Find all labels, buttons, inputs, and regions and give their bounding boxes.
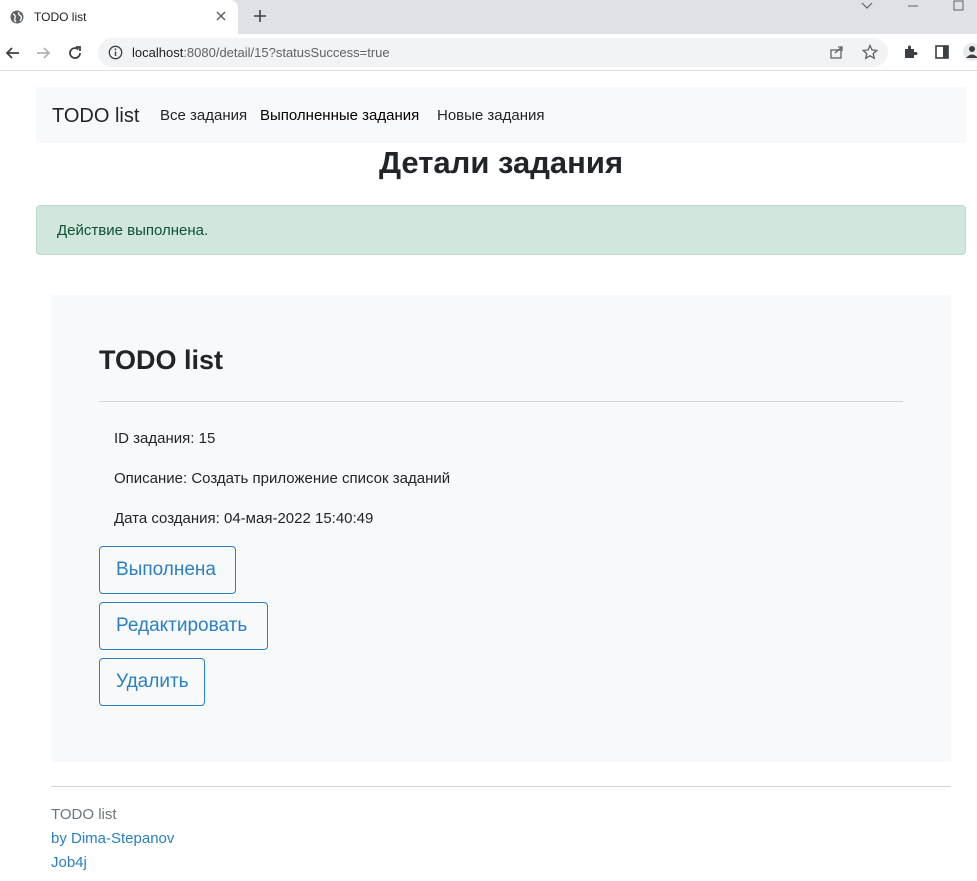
share-icon[interactable] — [829, 44, 845, 60]
browser-address-bar: localhost:8080/detail/15?statusSuccess=t… — [0, 34, 977, 71]
footer-divider — [51, 786, 951, 787]
top-navbar: TODO list Все задания Выполненные задани… — [36, 87, 966, 143]
side-panel-icon[interactable] — [934, 44, 950, 60]
task-details-card: TODO list ID задания: 15 Описание: Созда… — [51, 295, 951, 762]
delete-button[interactable]: Удалить — [99, 658, 205, 706]
footer-link-author[interactable]: by Dima-Stepanov — [51, 830, 174, 847]
minimize-icon[interactable] — [906, 0, 920, 14]
task-id-field: ID задания: 15 — [114, 430, 216, 447]
profile-avatar-icon[interactable] — [962, 42, 977, 62]
new-tab-icon[interactable] — [252, 8, 268, 24]
nav-link-all-tasks[interactable]: Все задания — [160, 107, 247, 124]
close-icon[interactable] — [214, 9, 228, 23]
url-path: :8080/detail/15?statusSuccess=true — [183, 45, 390, 60]
url-bar[interactable]: localhost:8080/detail/15?statusSuccess=t… — [98, 38, 888, 67]
nav-link-done-tasks[interactable]: Выполненные задания — [260, 107, 419, 124]
forward-arrow-icon[interactable] — [34, 44, 52, 62]
browser-tab[interactable]: TODO list — [0, 0, 238, 34]
edit-button[interactable]: Редактировать — [99, 602, 268, 650]
footer-link-job4j[interactable]: Job4j — [51, 854, 87, 871]
url-host: localhost — [132, 45, 184, 60]
tab-title: TODO list — [34, 10, 87, 24]
star-icon[interactable] — [862, 44, 878, 60]
extensions-puzzle-icon[interactable] — [902, 44, 918, 60]
globe-icon — [10, 10, 24, 24]
browser-tab-bar: TODO list — [0, 0, 977, 34]
page-title: Детали задания — [378, 145, 624, 180]
reload-icon[interactable] — [66, 44, 84, 62]
task-description-field: Описание: Создать приложение список зада… — [114, 470, 451, 487]
back-arrow-icon[interactable] — [4, 44, 22, 62]
task-created-field: Дата создания: 04-мая-2022 15:40:49 — [114, 510, 374, 527]
url-text[interactable]: localhost:8080/detail/15?statusSuccess=t… — [132, 45, 390, 60]
nav-link-new-tasks[interactable]: Новые задания — [437, 107, 545, 124]
chevron-down-icon[interactable] — [860, 0, 874, 14]
info-icon[interactable] — [108, 45, 123, 60]
footer-title: TODO list — [51, 806, 117, 823]
success-alert: Действие выполнена. — [36, 205, 966, 255]
complete-button[interactable]: Выполнена — [99, 546, 236, 594]
card-divider — [99, 401, 903, 402]
card-title: TODO list — [99, 345, 224, 375]
maximize-icon[interactable] — [952, 0, 966, 14]
navbar-brand[interactable]: TODO list — [52, 105, 139, 128]
alert-message: Действие выполнена. — [57, 222, 209, 239]
